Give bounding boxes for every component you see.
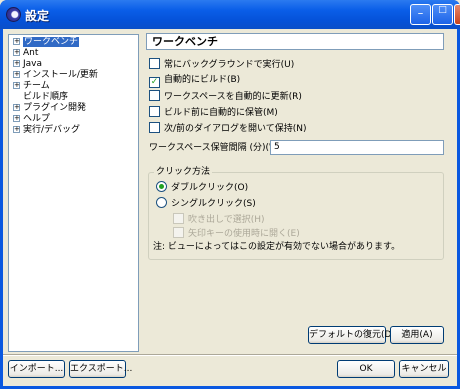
export-button[interactable]: エクスポート... (69, 360, 132, 378)
tree-item-build-order[interactable]: ビルド順序 (13, 92, 68, 102)
ok-button[interactable]: OK (337, 360, 395, 378)
radio-button[interactable] (156, 197, 167, 208)
checkbox-box (173, 227, 184, 238)
checkbox-save-before-build[interactable]: ビルド前に自動的に保管(M) (149, 106, 278, 118)
checkbox-label: 吹き出しで選択(H) (188, 215, 265, 225)
dialog-client-area: + ワークベンチ + Ant + Java + インストール/更新 + チーム ビルド順序… (3, 29, 457, 386)
window-title: 設定 (25, 9, 50, 23)
click-method-group-label: クリック方法 (154, 166, 213, 178)
checkbox-always-background[interactable]: 常にバックグラウンドで実行(U) (149, 58, 294, 70)
expand-icon[interactable]: + (13, 38, 20, 45)
apply-button[interactable]: 適用(A) (390, 326, 444, 344)
radio-button[interactable] (156, 181, 167, 192)
expand-icon[interactable]: + (13, 71, 20, 78)
tree-item-help[interactable]: + ヘルプ (13, 114, 50, 124)
checkbox-label: 常にバックグラウンドで実行(U) (164, 60, 295, 70)
tree-item-java[interactable]: + Java (13, 59, 42, 69)
tree-item-label: ヘルプ (23, 114, 51, 124)
tree-item-label: 実行/デバッグ (23, 125, 81, 135)
title-bar[interactable]: 設定 _ □ ✕ (0, 0, 460, 29)
tree-item-label: Ant (23, 48, 39, 58)
import-button[interactable]: インポート... (8, 360, 65, 378)
expand-icon[interactable]: + (13, 82, 20, 89)
save-interval-input[interactable]: 5 (270, 140, 444, 155)
expand-icon[interactable]: + (13, 104, 20, 111)
tree-item-plugin-development[interactable]: + プラグイン開発 (13, 103, 86, 113)
checkbox-open-with-arrow-keys: 矢印キーの使用時に開く(E) (173, 227, 300, 239)
tree-item-run-debug[interactable]: + 実行/デバッグ (13, 125, 80, 135)
checkbox-box[interactable] (149, 122, 160, 133)
tree-item-label: プラグイン開発 (23, 103, 87, 113)
eclipse-icon (6, 7, 21, 22)
restore-defaults-button[interactable]: デフォルトの復元(D) (308, 326, 395, 344)
checkbox-label: ビルド前に自動的に保管(M) (164, 108, 278, 118)
tree-item-label: ワークベンチ (23, 37, 80, 47)
checkbox-box[interactable] (149, 106, 160, 117)
cancel-button[interactable]: キャンセル (399, 360, 449, 378)
minimize-icon: _ (418, 5, 423, 15)
close-icon: ✕ (455, 5, 460, 15)
checkbox-select-on-hover: 吹き出しで選択(H) (173, 213, 265, 225)
checkbox-auto-refresh[interactable]: ワークスペースを自動的に更新(R) (149, 90, 302, 102)
tree-item-label: ビルド順序 (23, 92, 69, 102)
radio-double-click[interactable]: ダブルクリック(O) (156, 181, 248, 193)
expand-icon[interactable]: + (13, 49, 20, 56)
tree-item-label: Java (23, 59, 43, 69)
expand-icon[interactable]: + (13, 60, 20, 67)
checkbox-label: ワークスペースを自動的に更新(R) (164, 92, 302, 102)
radio-label: ダブルクリック(O) (171, 183, 249, 193)
maximize-icon: □ (438, 5, 447, 15)
tree-item-label: インストール/更新 (23, 70, 98, 80)
tree-item-workbench[interactable]: + ワークベンチ (13, 37, 80, 47)
maximize-button[interactable]: □ (432, 4, 453, 25)
page-title: ワークベンチ (146, 33, 444, 50)
preferences-tree[interactable]: + ワークベンチ + Ant + Java + インストール/更新 + チーム ビルド順序… (8, 34, 139, 352)
tree-item-ant[interactable]: + Ant (13, 48, 38, 58)
close-button[interactable]: ✕ (454, 4, 460, 25)
expand-icon[interactable]: + (13, 126, 20, 133)
radio-label: シングルクリック(S) (171, 199, 256, 209)
checkbox-label: 次/前のダイアログを開いて保持(N) (164, 124, 307, 134)
footer-separator (3, 354, 457, 356)
checkbox-box[interactable]: ✓ (149, 77, 160, 88)
minimize-button[interactable]: _ (410, 4, 431, 25)
checkbox-keep-next-prev-dialog[interactable]: 次/前のダイアログを開いて保持(N) (149, 122, 307, 134)
tree-item-install-update[interactable]: + インストール/更新 (13, 70, 98, 80)
checkbox-box[interactable] (149, 58, 160, 69)
tree-item-label: チーム (23, 81, 50, 91)
checkbox-label: 矢印キーの使用時に開く(E) (188, 229, 300, 239)
checkbox-box (173, 213, 184, 224)
tree-item-team[interactable]: + チーム (13, 81, 50, 91)
checkbox-box[interactable] (149, 90, 160, 101)
checkbox-label: 自動的にビルド(B) (164, 75, 241, 85)
checkbox-auto-build[interactable]: ✓ 自動的にビルド(B) (149, 74, 241, 88)
click-method-note: 注: ビューによってはこの設定が有効でない場合があります。 (153, 242, 401, 252)
save-interval-label: ワークスペース保管間隔 (分)(W): (149, 143, 285, 153)
expand-icon[interactable]: + (13, 115, 20, 122)
preferences-window: 設定 _ □ ✕ +ワークベンチ +Ant +Java +インストール/更新 +… (0, 0, 460, 389)
radio-single-click[interactable]: シングルクリック(S) (156, 197, 256, 209)
